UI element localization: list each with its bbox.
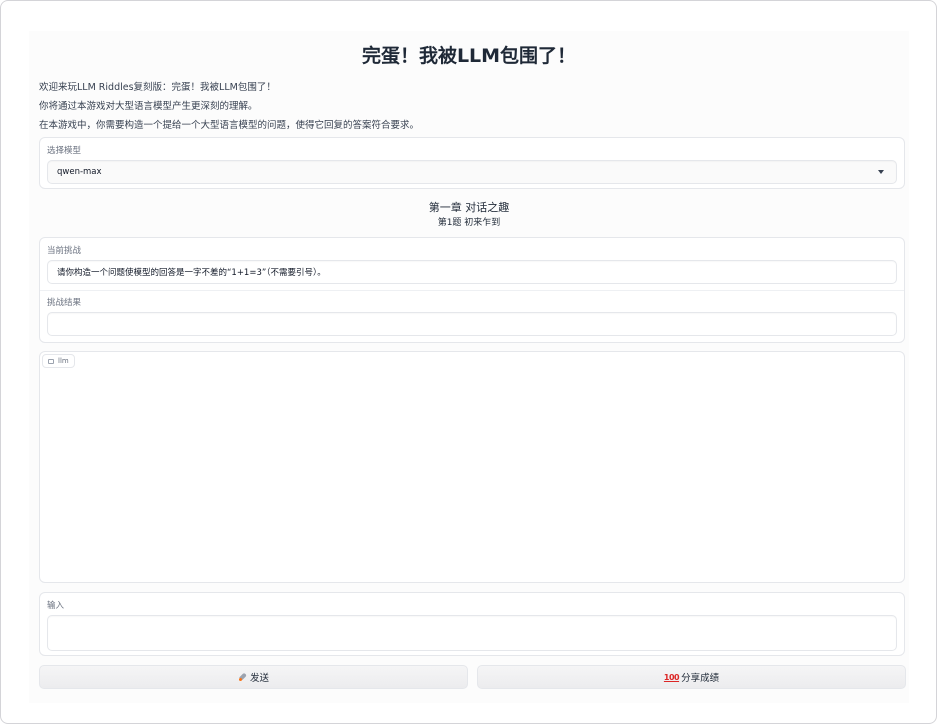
input-panel: 输入 <box>39 592 905 656</box>
chatbot-panel[interactable]: llm <box>39 351 905 583</box>
send-button-label: 发送 <box>249 673 269 684</box>
intro-line-1: 欢迎来玩LLM Riddles复刻版：完蛋！我被LLM包围了！ <box>39 82 276 93</box>
chatbot-label: llm <box>58 357 69 365</box>
app-container: 完蛋！我被LLM包围了！ 欢迎来玩LLM Riddles复刻版：完蛋！我被LLM… <box>29 31 909 703</box>
chat-icon <box>48 358 54 364</box>
app-window: 完蛋！我被LLM包围了！ 欢迎来玩LLM Riddles复刻版：完蛋！我被LLM… <box>0 0 937 724</box>
model-select-panel: 选择模型 qwen-max <box>39 137 905 189</box>
chapter-title: 第一章 对话之趣 <box>428 201 510 214</box>
page-title: 完蛋！我被LLM包围了！ <box>361 45 577 67</box>
level-title: 第1题 初来乍到 <box>437 218 501 228</box>
rocket-icon <box>238 672 248 682</box>
intro-line-2: 你将通过本游戏对大型语言模型产生更深刻的理解。 <box>39 101 258 112</box>
challenge-text: 请你构造一个问题使模型的回答是一字不差的“1+1=3”（不需要引号）。 <box>57 268 326 278</box>
send-button[interactable]: 发送 <box>39 665 468 689</box>
challenge-panel: 当前挑战 请你构造一个问题使模型的回答是一字不差的“1+1=3”（不需要引号）。… <box>39 237 905 343</box>
model-select-value: qwen-max <box>57 167 102 177</box>
challenge-field: 请你构造一个问题使模型的回答是一字不差的“1+1=3”（不需要引号）。 <box>47 260 897 284</box>
share-score-button-label: 分享成绩 <box>681 673 720 684</box>
challenge-label: 当前挑战 <box>47 246 82 256</box>
input-textarea[interactable] <box>47 615 897 651</box>
share-score-button[interactable]: 100 分享成绩 <box>477 665 906 689</box>
intro-line-3: 在本游戏中，你需要构造一个提给一个大型语言模型的问题，使得它回复的答案符合要求。 <box>39 120 420 131</box>
result-field <box>47 312 897 336</box>
chevron-down-icon <box>878 170 884 174</box>
model-select-label: 选择模型 <box>47 146 82 156</box>
chatbot-label-tag: llm <box>42 354 75 368</box>
divider <box>40 290 904 291</box>
hundred-points-icon: 100 <box>663 672 680 682</box>
model-select-dropdown[interactable]: qwen-max <box>47 160 897 184</box>
result-label: 挑战结果 <box>47 298 82 308</box>
input-label: 输入 <box>47 601 65 611</box>
